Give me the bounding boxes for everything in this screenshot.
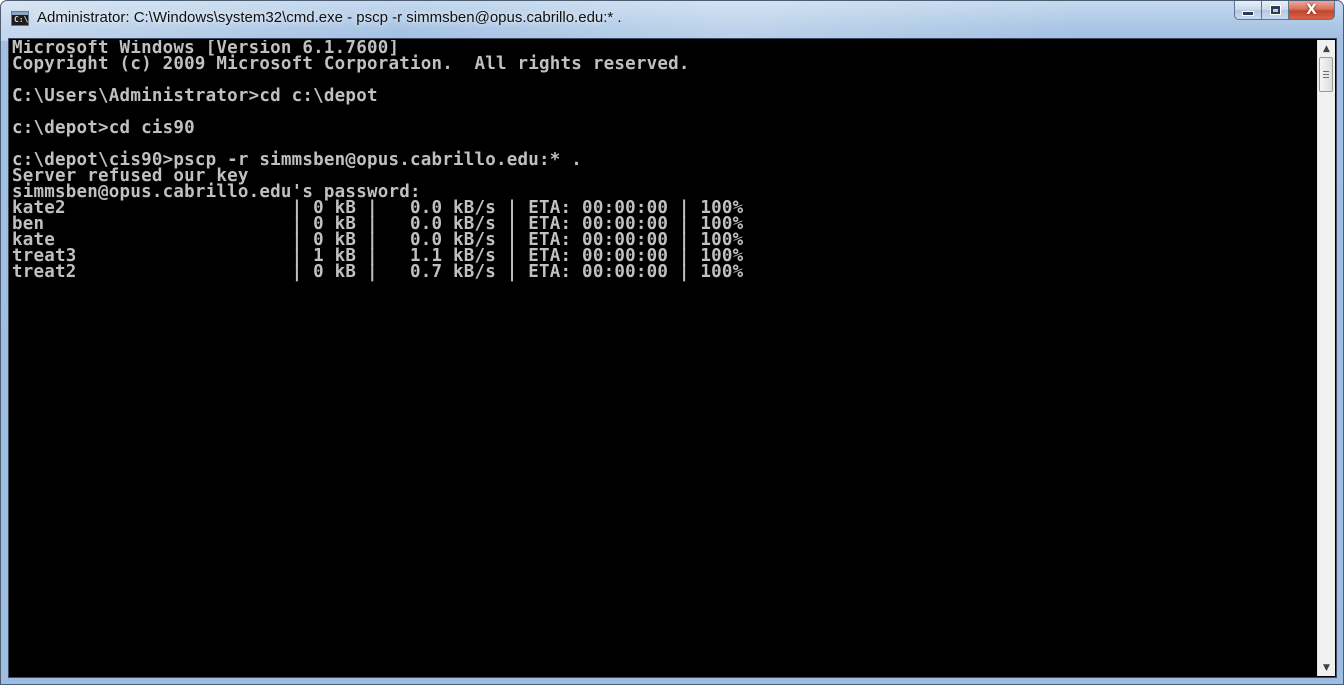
console-line: Copyright (c) 2009 Microsoft Corporation…: [12, 54, 690, 74]
console-text: Microsoft Windows [Version 6.1.7600] Copy…: [11, 40, 1317, 282]
window-bottom-frame: [1, 676, 1343, 684]
title-bar[interactable]: C:\ Administrator: C:\Windows\system32\c…: [1, 1, 1343, 39]
chevron-up-icon: ▲: [1323, 43, 1330, 54]
maximize-button[interactable]: [1262, 1, 1289, 20]
console-line: treat2 | 0 kB | 0.7 kB/s | ETA: 00:00:00…: [12, 262, 744, 282]
minimize-icon: [1242, 10, 1254, 16]
close-button[interactable]: X: [1289, 1, 1335, 20]
cmd-window: C:\ Administrator: C:\Windows\system32\c…: [0, 0, 1344, 685]
grip-icon: [1323, 71, 1329, 78]
minimize-button[interactable]: [1234, 1, 1262, 20]
console-client-area: Microsoft Windows [Version 6.1.7600] Copy…: [8, 38, 1337, 678]
console-line: c:\depot>cd cis90: [12, 118, 195, 138]
scroll-thumb[interactable]: [1319, 57, 1333, 92]
scroll-down-button[interactable]: ▼: [1318, 659, 1335, 676]
console-output[interactable]: Microsoft Windows [Version 6.1.7600] Copy…: [11, 40, 1317, 676]
vertical-scrollbar[interactable]: ▲ ▼: [1317, 40, 1335, 676]
close-icon: X: [1306, 2, 1317, 18]
console-line: C:\Users\Administrator>cd c:\depot: [12, 86, 378, 106]
maximize-icon: [1269, 5, 1281, 15]
window-title: Administrator: C:\Windows\system32\cmd.e…: [37, 9, 622, 26]
app-icon-label: C:\: [14, 15, 29, 24]
chevron-down-icon: ▼: [1323, 662, 1330, 673]
command-prompt-icon[interactable]: C:\: [11, 11, 29, 26]
scroll-up-button[interactable]: ▲: [1318, 40, 1335, 57]
caption-buttons: X: [1234, 1, 1335, 21]
